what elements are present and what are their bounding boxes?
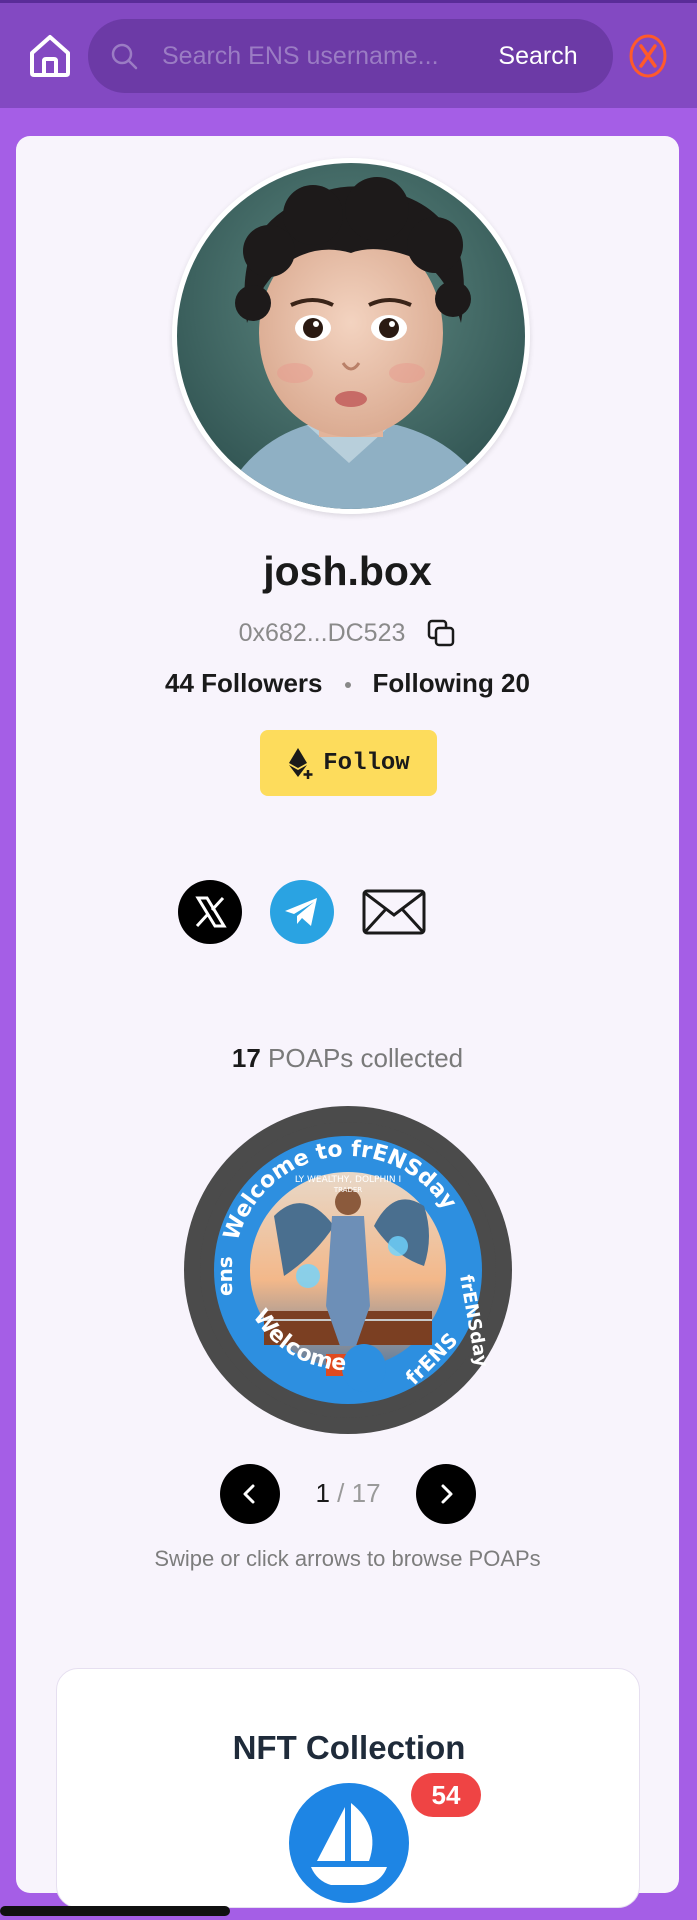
poap-inner-text-2: TRADER xyxy=(333,1186,362,1194)
followers-count[interactable]: 44 Followers xyxy=(165,668,323,698)
follow-button[interactable]: Follow xyxy=(260,730,437,796)
poap-count: 17 POAPs collected xyxy=(16,1043,679,1074)
poap-ring-text-left: ens xyxy=(213,1256,237,1296)
mail-icon[interactable] xyxy=(362,889,426,935)
search-icon xyxy=(111,43,138,70)
chevron-left-icon xyxy=(243,1484,255,1504)
poap-hint: Swipe or click arrows to browse POAPs xyxy=(154,1546,541,1571)
wallet-icon[interactable] xyxy=(627,33,669,79)
pager-current: 1 xyxy=(315,1478,330,1508)
profile-card: josh.box 0x682...DC523 44 Followers Follo… xyxy=(16,136,679,1908)
nft-count-badge: 54 xyxy=(411,1773,481,1817)
wallet-address: 0x682...DC523 xyxy=(238,618,406,647)
nft-collection-card: NFT Collection 54 xyxy=(56,1668,640,1908)
separator-dot xyxy=(344,682,351,689)
search-button[interactable]: Search xyxy=(478,31,598,81)
scroll-indicator xyxy=(0,1906,230,1916)
previous-poap-button[interactable] xyxy=(220,1464,280,1524)
ethereum-plus-icon xyxy=(289,748,313,779)
pager-total: 17 xyxy=(351,1478,381,1508)
profile-name: josh.box xyxy=(263,548,432,594)
home-button[interactable] xyxy=(27,31,73,79)
following-count[interactable]: Following 20 xyxy=(373,668,530,698)
opensea-icon[interactable] xyxy=(289,1783,409,1903)
copy-icon[interactable] xyxy=(426,618,456,648)
poap-count-label: POAPs collected xyxy=(268,1043,464,1073)
top-bar: Search xyxy=(0,0,697,108)
chevron-right-icon xyxy=(441,1484,453,1504)
nft-collection-title: NFT Collection xyxy=(232,1729,466,1766)
search-input[interactable] xyxy=(162,35,462,77)
poap-pager: 1 / 17 xyxy=(296,1478,400,1509)
telegram-icon[interactable] xyxy=(270,880,334,944)
search-bar: Search xyxy=(88,19,613,93)
next-poap-button[interactable] xyxy=(416,1464,476,1524)
address-row: 0x682...DC523 xyxy=(16,618,679,648)
home-icon xyxy=(30,35,70,77)
x-icon[interactable] xyxy=(178,880,242,944)
poap-badge[interactable]: Welcome to frENSday Welcome frENS frENSd… xyxy=(184,1106,512,1434)
follow-stats: 44 Followers Following 20 xyxy=(16,668,679,699)
poap-count-number: 17 xyxy=(231,1043,261,1073)
pager-separator: / xyxy=(337,1478,345,1508)
avatar xyxy=(172,158,530,514)
poap-inner-text: LY WEALTHY, DOLPHIN I xyxy=(295,1175,401,1185)
follow-label: Follow xyxy=(323,749,410,777)
